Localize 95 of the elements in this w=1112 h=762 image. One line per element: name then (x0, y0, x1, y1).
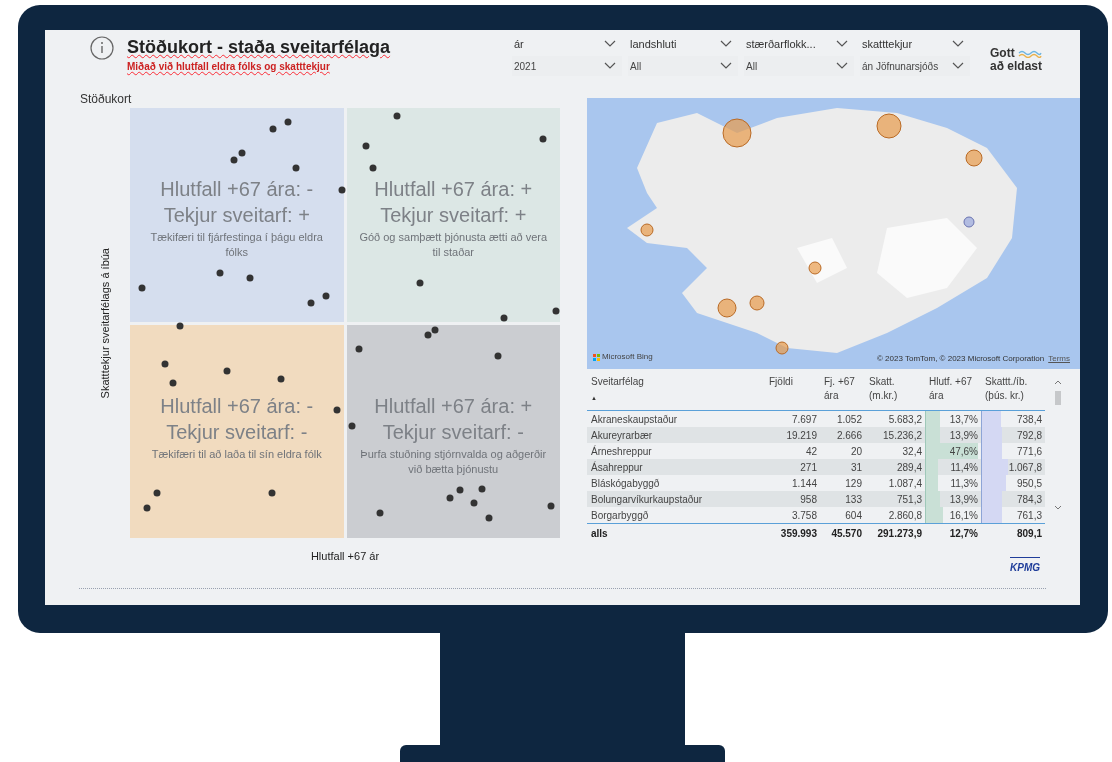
table-cell-text: 31 (849, 460, 863, 475)
quadrant-heading: Hlutfall +67 ára: + (374, 177, 533, 202)
wave-icon (1017, 49, 1042, 58)
total-cell-text: alls (590, 527, 609, 541)
table-cell-text: 761,3 (1016, 508, 1042, 523)
table-cell-text: 32,4 (901, 444, 923, 459)
table-cell-text: 3.758 (790, 508, 818, 523)
scroll-down-icon[interactable] (1054, 505, 1062, 511)
table-cell-text: 958 (799, 492, 818, 507)
total-cell-text: 291.273,9 (876, 527, 923, 541)
total-cell-text: 809,1 (1015, 527, 1043, 541)
quadrant-heading: Tekjur sveitarf: + (380, 203, 527, 228)
terms-link[interactable]: Terms (1048, 353, 1070, 365)
column-header[interactable]: Fjöldi (769, 375, 820, 389)
chevron-icon (604, 40, 616, 48)
table-cell-text: 19.219 (785, 428, 818, 443)
table-cell-text: 1.144 (790, 476, 818, 491)
chevron-icon (952, 40, 964, 48)
total-cell-text: 359.993 (779, 527, 818, 541)
chevron-icon (836, 40, 848, 48)
quadrant-heading: Hlutfall +67 ára: - (160, 177, 314, 202)
table-cell-text: 2.860,8 (887, 508, 923, 523)
slicer-label: skatttekjur (862, 36, 913, 52)
table-cell-text: 16,1% (949, 508, 978, 523)
slicer-label: landshluti (630, 36, 677, 52)
chevron-icon (604, 62, 616, 70)
table-cell-text: 11,4% (950, 460, 978, 475)
table-cell-text: 792,8 (1016, 428, 1042, 443)
quadrant-heading: Tekjur sveitarf: - (166, 419, 308, 445)
axis-label: Skatttekjur sveitarfélags á íbúa (97, 247, 112, 399)
table-cell-text: 5.683,2 (887, 412, 923, 427)
table-cell-text: 1.087,4 (887, 476, 923, 491)
chevron-icon (836, 62, 848, 70)
table-cell-text: 604 (844, 508, 863, 523)
table-cell-text: 1.067,8 (1008, 460, 1042, 475)
table-cell-text: 129 (844, 476, 863, 491)
quadrant-description: Þurfa stuðning stjórnvalda og aðgerðir við bætta þjónustu (359, 446, 548, 477)
chevron-icon (720, 40, 732, 48)
column-header[interactable]: Fj. +67 ára (824, 375, 865, 403)
chevron-icon (952, 62, 964, 70)
scrollbar-thumb[interactable] (1055, 391, 1061, 405)
chart-title: Stöðukort (80, 91, 133, 108)
table-cell-text: 47,6% (949, 444, 978, 459)
table-cell-text: Borgarbyggð (590, 508, 650, 523)
kpmg-logo: KPMG (1010, 557, 1040, 575)
scroll-up-icon[interactable] (1054, 379, 1062, 385)
table-cell-text: 950,5 (1016, 476, 1042, 491)
slicer-label: ár (514, 36, 524, 52)
column-header[interactable]: Skattt./íb. (þús. kr.) (985, 375, 1045, 403)
table-cell-text: Akureyrarbær (590, 428, 654, 443)
logo-text: Gott (990, 47, 1015, 60)
table-cell-text: 271 (799, 460, 818, 475)
table-cell-text: 738,4 (1016, 412, 1042, 427)
column-header[interactable]: Skatt. (m.kr.) (869, 375, 925, 403)
quadrant-description: Góð og samþætt þjónusta ætti að vera til staðar (358, 230, 549, 260)
quadrant-description: Tækifæri til fjárfestinga í þágu eldra fólks (149, 230, 324, 260)
table-cell-text: 13,9% (949, 492, 978, 507)
quadrant-heading: Hlutfall +67 ára: + (374, 393, 533, 419)
total-cell-text: 45.570 (830, 527, 863, 541)
table-cell-text: 20 (849, 444, 863, 459)
table-cell-text: 289,4 (895, 460, 923, 475)
column-header[interactable]: Hlutf. +67 ára (929, 375, 981, 403)
quadrant-heading: Hlutfall +67 ára: - (160, 393, 314, 419)
quadrant-heading: Tekjur sveitarf: + (163, 203, 310, 228)
table-cell-text: Árneshreppur (590, 444, 653, 459)
table-cell-text: 771,6 (1016, 444, 1042, 459)
report-subtitle: Miðað við hlutfall eldra fólks og skatttekjur (127, 60, 331, 74)
table-cell-text: 15.236,2 (882, 428, 923, 443)
table-cell-text: 7.697 (790, 412, 818, 427)
table-cell-text: 751,3 (895, 492, 923, 507)
chevron-icon (720, 62, 732, 70)
table-cell-text: 11,3% (950, 476, 978, 491)
windows-logo-icon (593, 353, 600, 361)
table-cell-text: 1.052 (835, 412, 863, 427)
table-cell-text: 42 (804, 444, 818, 459)
table-cell-text: 784,3 (1016, 492, 1042, 507)
quadrant-description: Tækifæri til að laða til sín eldra fólk (150, 446, 323, 462)
info-icon[interactable] (90, 36, 114, 60)
map-provider: Microsoft Bing (602, 351, 653, 363)
total-cell-text: 12,7% (948, 527, 979, 541)
logo-text: að eldast (990, 60, 1043, 73)
table-cell-text: 13,7% (949, 412, 978, 427)
table-cell-text: Akraneskaupstaður (590, 412, 679, 427)
slicer-label: stærðarflokk... (746, 36, 816, 52)
report-title: Stöðukort - staða sveitarfélaga (127, 36, 392, 59)
map-attribution: © 2023 TomTom, © 2023 Microsoft Corporation (876, 353, 1045, 365)
table-cell-text: 2.666 (835, 428, 863, 443)
table-cell-text: Bolungarvíkurkaupstaður (590, 492, 704, 507)
column-header[interactable]: Sveitarfélag (591, 375, 765, 389)
table-cell-text: 133 (844, 492, 863, 507)
table-cell-text: Ásahreppur (590, 460, 644, 475)
table-cell-text: 13,9% (949, 428, 978, 443)
table-cell-text: Bláskógabyggð (590, 476, 661, 491)
axis-label: Hlutfall +67 ár (310, 549, 380, 564)
quadrant-heading: Tekjur sveitarf: - (382, 419, 524, 445)
